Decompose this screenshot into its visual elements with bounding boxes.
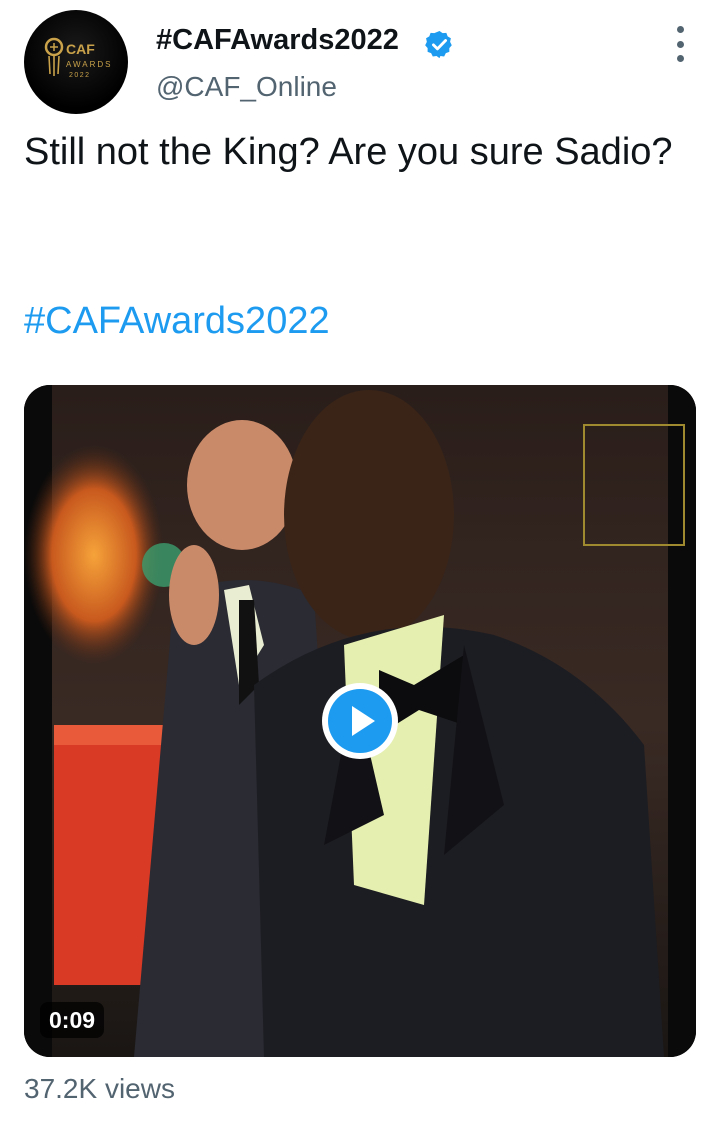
more-options-icon[interactable] xyxy=(664,26,696,62)
logo-caf-text: CAF xyxy=(66,41,95,57)
tweet-hashtag-link[interactable]: #CAFAwards2022 xyxy=(24,296,330,346)
more-dot xyxy=(676,55,684,62)
play-icon[interactable] xyxy=(320,681,400,761)
video-player[interactable]: 0:09 xyxy=(24,385,696,1057)
tweet-text: Still not the King? Are you sure Sadio? xyxy=(24,131,673,173)
more-dot xyxy=(676,26,684,33)
more-dot xyxy=(676,40,684,48)
logo-awards-text: AWARDS xyxy=(66,60,113,69)
author-avatar[interactable]: CAF AWARDS 2022 xyxy=(24,10,128,114)
logo-year-text: 2022 xyxy=(69,72,91,79)
author-display-name[interactable]: #CAFAwards2022 xyxy=(156,24,399,57)
view-count: 37.2K views xyxy=(24,1073,175,1104)
author-handle[interactable]: @CAF_Online xyxy=(156,71,337,103)
caf-awards-logo: CAF AWARDS 2022 xyxy=(44,37,113,79)
video-duration-badge: 0:09 xyxy=(40,1002,105,1038)
verified-badge-icon xyxy=(425,30,452,59)
